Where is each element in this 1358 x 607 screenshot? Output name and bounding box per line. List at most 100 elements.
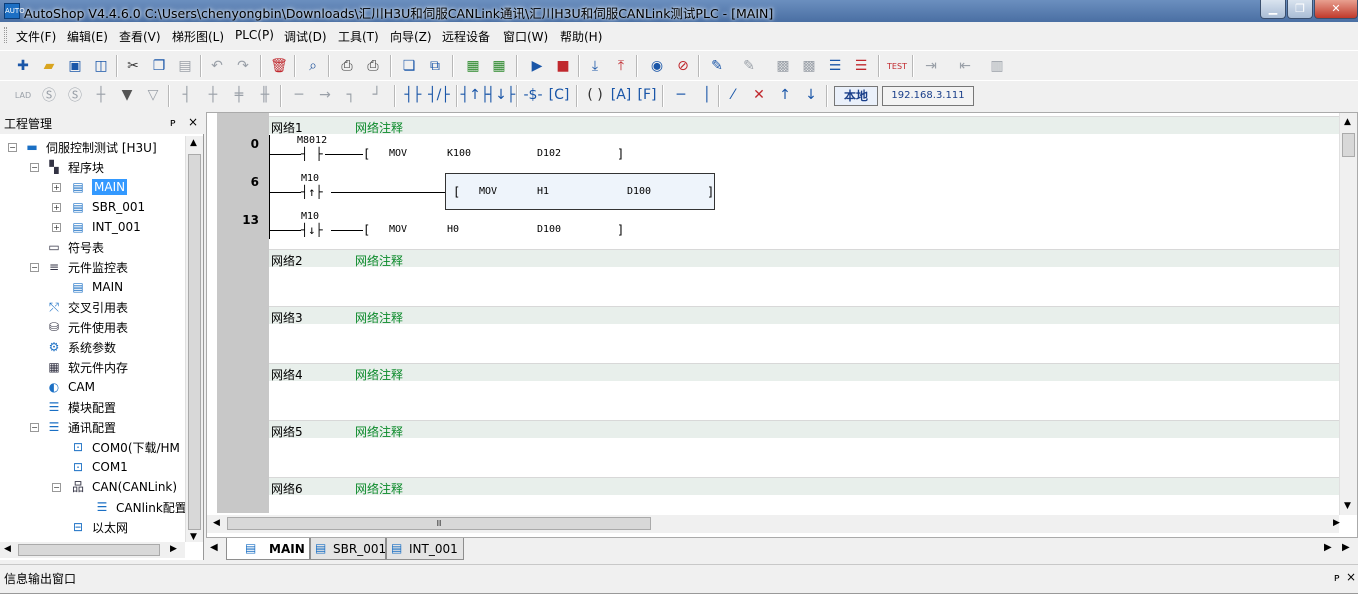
network-header[interactable]: 网络4 网络注释 xyxy=(269,363,1345,382)
ladder-editor[interactable]: 网络1 网络注释 0 M8012 ┤ ├ [ MOV K100 D102 ] 6… xyxy=(206,112,1358,538)
tree-hscroll-thumb[interactable] xyxy=(18,544,160,556)
instruction[interactable]: MOV xyxy=(389,224,407,235)
menu-help[interactable]: 帮助(H) xyxy=(560,28,602,45)
redo-icon[interactable]: ↷ xyxy=(232,55,254,77)
info-close-icon[interactable]: × xyxy=(1346,570,1356,584)
instruction[interactable]: MOV xyxy=(479,186,497,197)
tab-scroll-right-icon[interactable]: ▶ xyxy=(1324,542,1332,553)
tree-vscroll-thumb[interactable] xyxy=(188,154,201,530)
login-icon[interactable]: ⇥ xyxy=(920,55,942,77)
window-icon[interactable]: ❏ xyxy=(398,55,420,77)
operand-src[interactable]: H1 xyxy=(537,186,549,197)
print-preview-icon[interactable]: ⎙ xyxy=(336,55,358,77)
compile-all-icon[interactable]: ▦ xyxy=(488,55,510,77)
coil-f-icon[interactable]: [F] xyxy=(636,84,658,106)
hline-draw-icon[interactable]: ─ xyxy=(670,84,692,106)
copy-icon[interactable]: ❐ xyxy=(148,55,170,77)
expand-comm[interactable]: − xyxy=(30,423,39,432)
upload-icon[interactable]: ⤒ xyxy=(610,55,632,77)
tree-program-block[interactable]: ▚ 程序块 xyxy=(46,157,104,177)
grid-alt-icon[interactable]: ▩ xyxy=(798,55,820,77)
edit-mode-icon[interactable]: ✎ xyxy=(706,55,728,77)
menu-edit[interactable]: 编辑(E) xyxy=(67,28,108,45)
tab-int[interactable]: ▤ INT_001 xyxy=(386,538,464,560)
line-delete-icon[interactable]: ✕ xyxy=(748,84,770,106)
vline-del-icon[interactable]: ┼ xyxy=(202,84,224,106)
grid-icon[interactable]: ▩ xyxy=(772,55,794,77)
menu-tools[interactable]: 工具(T) xyxy=(338,28,379,45)
scroll-left-icon[interactable]: ◀ xyxy=(213,518,220,528)
vline-icon[interactable]: ┤ xyxy=(176,84,198,106)
line-icon[interactable]: ─ xyxy=(288,84,310,106)
tab-sbr[interactable]: ▤ SBR_001 xyxy=(310,538,386,560)
download-icon[interactable]: ⤓ xyxy=(584,55,606,77)
tree-canlink-config[interactable]: ☰ CANlink配置 xyxy=(94,497,187,517)
save-all-icon[interactable]: ◫ xyxy=(90,55,112,77)
coil-a-icon[interactable]: [A] xyxy=(610,84,632,106)
scroll-right-icon[interactable]: ▶ xyxy=(170,544,177,554)
tree-monitor-table[interactable]: ≡ 元件监控表 xyxy=(46,257,128,277)
vline-draw-icon[interactable]: │ xyxy=(696,84,718,106)
compile-icon[interactable]: ▦ xyxy=(462,55,484,77)
tree-cross-ref[interactable]: ⤲ 交叉引用表 xyxy=(46,297,128,317)
menu-view[interactable]: 查看(V) xyxy=(119,28,161,45)
write-icon[interactable]: ✎ xyxy=(738,55,760,77)
arrow-down-outline-icon[interactable]: ▽ xyxy=(142,84,164,106)
menu-remote[interactable]: 远程设备 xyxy=(442,28,490,45)
close-button[interactable]: ✕ xyxy=(1314,0,1358,19)
menu-plc[interactable]: PLC(P) xyxy=(235,28,274,42)
tree-main[interactable]: ▤ MAIN xyxy=(70,177,128,197)
branch-icon[interactable]: ┼ xyxy=(90,84,112,106)
monitor-icon[interactable]: ◉ xyxy=(646,55,668,77)
set-icon[interactable]: -$- xyxy=(522,84,544,106)
hline-del-icon[interactable]: ╫ xyxy=(254,84,276,106)
corner-end-icon[interactable]: ┘ xyxy=(366,84,388,106)
operand-src[interactable]: K100 xyxy=(447,148,471,159)
menu-window[interactable]: 窗口(W) xyxy=(503,28,548,45)
tree-root[interactable]: ▬ 伺服控制测试 [H3U] xyxy=(24,137,156,157)
tree-monitor-main[interactable]: ▤ MAIN xyxy=(70,277,123,297)
scroll-right-icon[interactable]: ▶ xyxy=(1333,518,1340,528)
stl-view-icon[interactable]: Ⓢ xyxy=(64,84,86,106)
tree-can[interactable]: 品 CAN(CANLink) xyxy=(70,477,177,497)
tree-module[interactable]: ☰ 模块配置 xyxy=(46,397,116,417)
location-button[interactable]: 本地 xyxy=(834,86,878,106)
paste-icon[interactable]: ▤ xyxy=(174,55,196,77)
new-file-icon[interactable]: ✚ xyxy=(12,55,34,77)
operand-dst[interactable]: D100 xyxy=(627,186,651,197)
tree-com0[interactable]: ⊡ COM0(下载/HM xyxy=(70,437,180,457)
ip-address-field[interactable]: 192.168.3.111 xyxy=(882,86,974,106)
expand-sbr[interactable]: + xyxy=(52,203,61,212)
scroll-down-icon[interactable]: ▼ xyxy=(1344,501,1351,511)
pin-icon[interactable]: ᴘ xyxy=(1334,571,1340,584)
network-header[interactable]: 网络5 网络注释 xyxy=(269,420,1345,439)
network-header[interactable]: 网络1 网络注释 xyxy=(269,116,1345,135)
expand-can[interactable]: − xyxy=(52,483,61,492)
network-header[interactable]: 网络3 网络注释 xyxy=(269,306,1345,325)
lad-view-icon[interactable]: LAD xyxy=(12,84,34,106)
expand-programs[interactable]: − xyxy=(30,163,39,172)
nc-contact-icon[interactable]: ┤/├ xyxy=(428,84,450,106)
down-arrow-icon[interactable]: ↓ xyxy=(800,84,822,106)
editor-hscroll-thumb[interactable]: Ⅲ xyxy=(227,517,651,530)
operand-src[interactable]: H0 xyxy=(447,224,459,235)
tree-com1[interactable]: ⊡ COM1 xyxy=(70,457,128,477)
print-icon[interactable]: ⎙ xyxy=(362,55,384,77)
insert-row-icon[interactable]: ☰ xyxy=(824,55,846,77)
no-contact[interactable]: ┤ ├ xyxy=(301,147,323,161)
stop-icon[interactable]: ■ xyxy=(552,55,574,77)
tree-memory[interactable]: ▦ 软元件内存 xyxy=(46,357,128,377)
line-erase-icon[interactable]: ⁄ xyxy=(722,84,744,106)
panel-icon[interactable]: ▥ xyxy=(986,55,1008,77)
tree-vscrollbar[interactable]: ▲ ▼ xyxy=(185,136,203,542)
monitor-stop-icon[interactable]: ⊘ xyxy=(672,55,694,77)
operand-dst[interactable]: D100 xyxy=(537,224,561,235)
scroll-up-icon[interactable]: ▲ xyxy=(190,138,197,148)
falling-edge-icon[interactable]: ┤↓├ xyxy=(487,84,516,106)
expand-root[interactable]: − xyxy=(8,143,17,152)
pane-close-icon[interactable]: × xyxy=(188,115,198,129)
expand-monitor[interactable]: − xyxy=(30,263,39,272)
menu-file[interactable]: 文件(F) xyxy=(16,28,56,45)
sfc-view-icon[interactable]: Ⓢ xyxy=(38,84,60,106)
falling-edge-contact[interactable]: ┤↓├ xyxy=(301,223,323,237)
